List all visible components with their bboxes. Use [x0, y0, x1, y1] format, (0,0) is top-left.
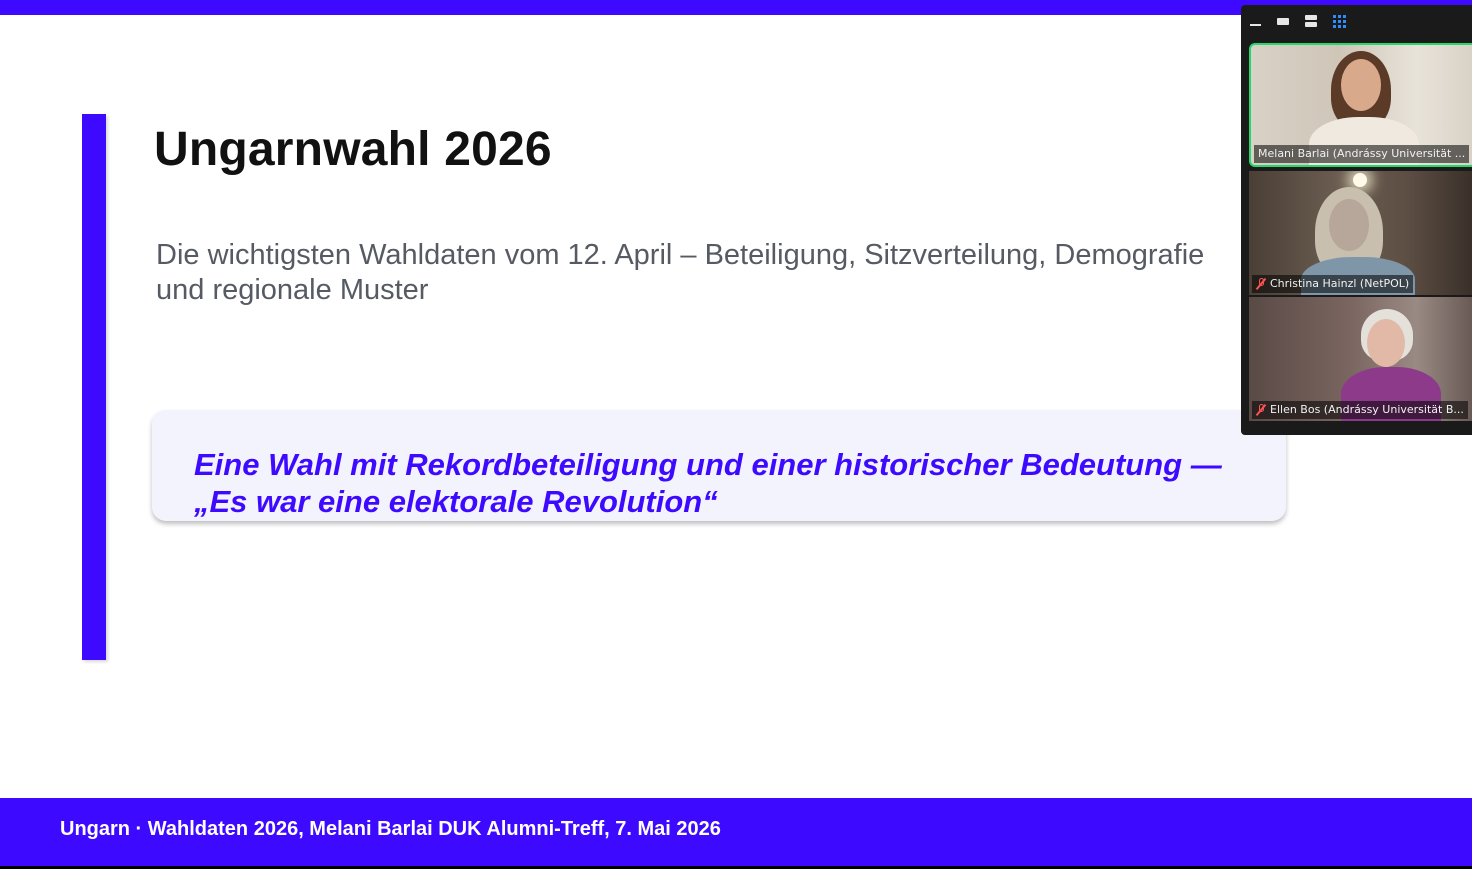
minimize-icon	[1249, 24, 1261, 26]
minimize-button[interactable]	[1245, 11, 1265, 31]
muted-microphone-icon	[1255, 277, 1267, 291]
quote-card: Eine Wahl mit Rekordbeteiligung und eine…	[152, 410, 1286, 521]
slide-footer: Ungarn · Wahldaten 2026, Melani Barlai D…	[0, 798, 1472, 866]
quote-text: Eine Wahl mit Rekordbeteiligung und eine…	[194, 447, 1222, 519]
muted-microphone-icon	[1255, 403, 1267, 417]
slide-accent-bar	[82, 114, 106, 660]
participant-name-label: Christina Hainzl (NetPOL)	[1252, 275, 1414, 293]
slide-subtitle: Die wichtigsten Wahldaten vom 12. April …	[156, 239, 1205, 306]
participant-tile-ellen-bos[interactable]: Ellen Bos (Andrássy Universität B...	[1249, 297, 1472, 421]
participant-tile-melani-barlai[interactable]: Melani Barlai (Andrássy Universität ...	[1249, 43, 1472, 167]
participant-tile-christina-hainzl[interactable]: Christina Hainzl (NetPOL)	[1249, 171, 1472, 295]
footer-text: Ungarn · Wahldaten 2026, Melani Barlai D…	[60, 818, 721, 840]
video-panel[interactable]: Melani Barlai (Andrássy Universität ... …	[1241, 5, 1472, 435]
side-by-side-view-button[interactable]	[1301, 11, 1321, 31]
active-speaker-view-button[interactable]	[1273, 11, 1293, 31]
participant-name-label: Ellen Bos (Andrássy Universität B...	[1252, 401, 1468, 419]
active-speaker-view-icon	[1277, 17, 1289, 25]
gallery-view-icon	[1332, 14, 1346, 28]
slide-title: Ungarnwahl 2026	[154, 123, 552, 176]
participant-name-label: Melani Barlai (Andrássy Universität ...	[1254, 145, 1470, 163]
video-panel-toolbar	[1241, 5, 1472, 41]
side-by-side-view-icon	[1305, 15, 1317, 27]
gallery-view-button[interactable]	[1329, 11, 1349, 31]
